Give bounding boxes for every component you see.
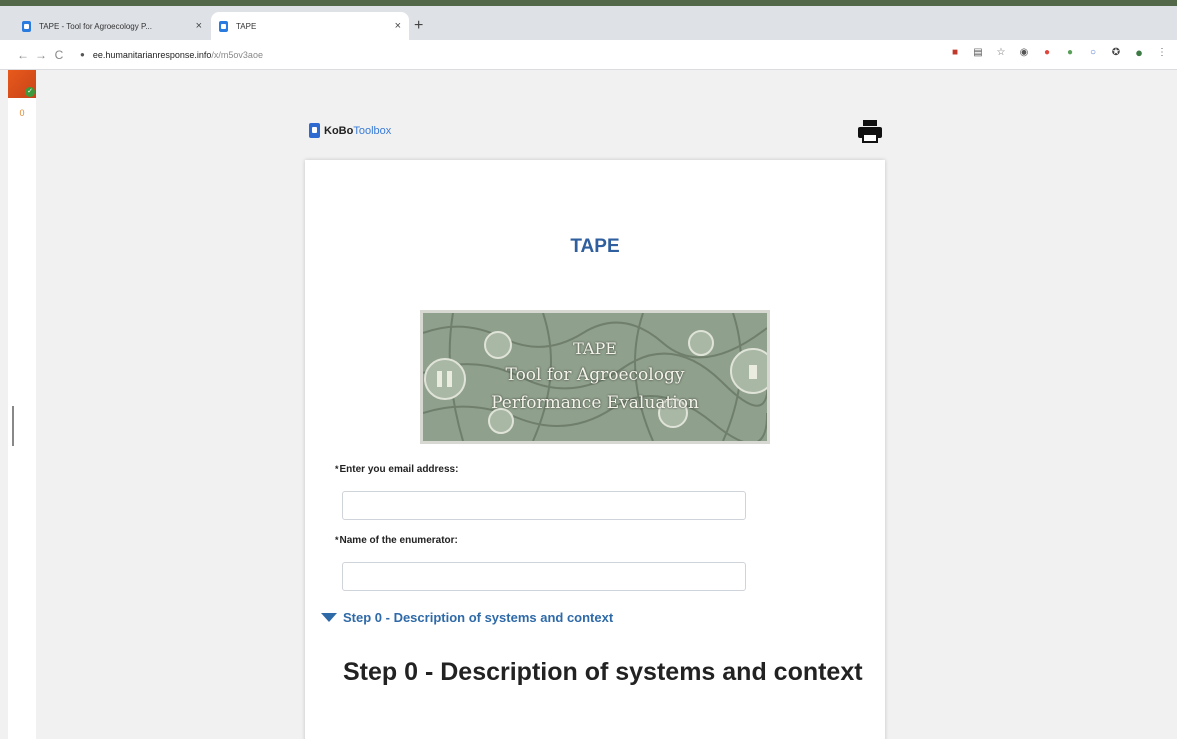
group-toggle-label: Step 0 - Description of systems and cont… [343, 610, 614, 625]
tab-tape[interactable]: TAPE × [211, 12, 409, 40]
required-marker: * [335, 535, 339, 545]
tape-banner-image: TAPE Tool for Agroecology Performance Ev… [420, 310, 770, 444]
caret-down-icon [321, 613, 337, 622]
tab-title: TAPE [236, 21, 257, 31]
new-tab-button[interactable]: + [414, 17, 423, 35]
profile-avatar-icon[interactable]: ● [1132, 46, 1146, 60]
kobo-logo-icon [309, 123, 320, 138]
address-bar[interactable]: ● ee.humanitarianresponse.info /x/m5ov3a… [80, 50, 263, 60]
required-marker: * [335, 464, 339, 474]
reader-icon[interactable]: ▤ [971, 46, 985, 60]
banner-line-3: Performance Evaluation [491, 393, 699, 413]
forward-button[interactable]: → [32, 48, 50, 62]
tab-strip: TAPE - Tool for Agroecology P... × TAPE … [0, 6, 1177, 40]
print-icon[interactable] [855, 118, 885, 144]
extensions-icon[interactable]: ✪ [1109, 46, 1123, 60]
star-icon[interactable]: ☆ [994, 46, 1008, 60]
lock-icon: ● [80, 50, 85, 59]
kobo-favicon-icon [22, 20, 31, 32]
tab-tape-tool[interactable]: TAPE - Tool for Agroecology P... × [14, 12, 210, 40]
kobo-logo: KoBo Toolbox [309, 123, 391, 138]
extension-badge-count: 0 [19, 108, 25, 118]
enumerator-name-field[interactable] [342, 562, 746, 591]
check-icon: ✓ [25, 87, 35, 97]
extension-green-icon[interactable]: ● [1063, 46, 1077, 60]
form-title: TAPE [570, 236, 620, 257]
email-field[interactable] [342, 491, 746, 520]
kobo-favicon-icon [219, 20, 228, 32]
step0-heading: Step 0 - Description of systems and cont… [343, 658, 863, 686]
banner-line-2: Tool for Agroecology [505, 365, 685, 385]
browser-window: TAPE - Tool for Agroecology P... × TAPE … [0, 6, 1177, 739]
reload-button[interactable]: C [50, 48, 68, 62]
email-question-label: *Enter you email address: [335, 464, 458, 475]
email-label-text: Enter you email address: [339, 464, 459, 475]
page-content: ✓ 0 KoBo Toolbox TAPE TAPE Tool for Agro… [0, 70, 1177, 739]
url-path: /x/m5ov3aoe [211, 49, 263, 60]
logo-kobo-text: KoBo [324, 124, 354, 137]
url-host: ee.humanitarianresponse.info [92, 49, 212, 60]
extension-circle-icon[interactable]: ○ [1086, 46, 1100, 60]
enumerator-question-label: *Name of the enumerator: [335, 535, 458, 546]
menu-icon[interactable]: ⋮ [1155, 46, 1169, 60]
logo-toolbox-text: Toolbox [353, 124, 392, 137]
close-tab-icon[interactable]: × [196, 20, 202, 32]
extension-launcher-icon[interactable]: ✓ [8, 70, 36, 98]
text-cursor-icon [12, 406, 14, 446]
back-button[interactable]: ← [14, 48, 32, 62]
extension-icons: ■ ▤ ☆ ◉ ● ● ○ ✪ ● ⋮ [948, 46, 1169, 60]
step0-group-toggle[interactable]: Step 0 - Description of systems and cont… [321, 610, 613, 625]
address-toolbar: ← → C ● ee.humanitarianresponse.info /x/… [0, 40, 1177, 70]
enumerator-label-text: Name of the enumerator: [339, 535, 458, 546]
tab-title: TAPE - Tool for Agroecology P... [39, 21, 152, 31]
extension-sidebar: ✓ 0 [8, 70, 36, 739]
translate-icon[interactable]: ■ [948, 46, 962, 60]
extension-red-icon[interactable]: ● [1040, 46, 1054, 60]
close-tab-icon[interactable]: × [395, 20, 401, 32]
banner-line-1: TAPE [573, 339, 617, 358]
puzzle-icon[interactable]: ◉ [1017, 46, 1031, 60]
form-card: TAPE TAPE Tool for Agroecology Performan… [305, 160, 885, 739]
